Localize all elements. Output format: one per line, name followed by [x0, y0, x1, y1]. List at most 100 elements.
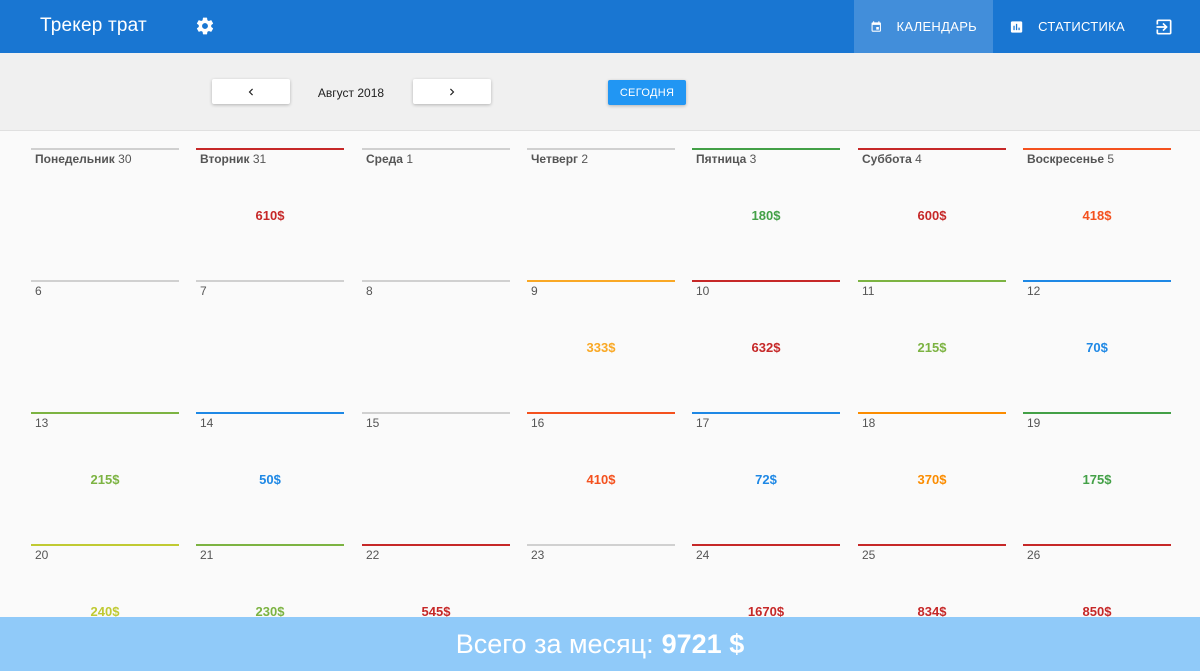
day-header: 9	[531, 284, 538, 298]
logout-button[interactable]	[1141, 0, 1200, 53]
day-number: 31	[252, 152, 267, 166]
app-bar: Трекер трат Календарь Статистика	[0, 0, 1200, 53]
previous-month-button[interactable]	[212, 79, 290, 104]
day-number: 23	[531, 548, 545, 562]
weekday-name: Понедельник	[35, 152, 115, 166]
day-cell[interactable]: 17 72$	[692, 396, 840, 528]
day-color-line	[527, 280, 675, 282]
calendar-icon	[871, 20, 881, 32]
day-cell[interactable]: 6	[31, 264, 179, 396]
day-color-line	[362, 148, 510, 150]
day-expense-amount: 610$	[255, 208, 285, 223]
chevron-right-icon	[450, 88, 455, 95]
day-color-line	[858, 544, 1006, 546]
day-color-line	[196, 544, 344, 546]
exit-icon	[1156, 19, 1171, 34]
day-color-line	[858, 148, 1006, 150]
app-title: Трекер трат	[40, 15, 147, 36]
day-cell[interactable]: Понедельник 30	[31, 132, 179, 264]
weekday-name: Пятница	[696, 152, 747, 166]
day-expense-amount: 600$	[917, 208, 947, 223]
day-color-line	[527, 544, 675, 546]
day-cell[interactable]: 12 70$	[1023, 264, 1171, 396]
month-total-label: Всего за месяц:	[455, 628, 654, 659]
day-cell[interactable]: 14 50$	[196, 396, 344, 528]
day-color-line	[527, 148, 675, 150]
day-number: 8	[366, 284, 373, 298]
day-number: 13	[35, 416, 49, 430]
day-number: 4	[915, 152, 922, 166]
day-color-line	[692, 280, 840, 282]
day-cell[interactable]: Среда 1	[362, 132, 510, 264]
weekday-name: Четверг	[531, 152, 579, 166]
day-number: 15	[366, 416, 380, 430]
day-expense-amount: 50$	[259, 472, 281, 487]
day-expense-amount: 418$	[1082, 208, 1112, 223]
day-cell[interactable]: 9 333$	[527, 264, 675, 396]
day-cell[interactable]: 8	[362, 264, 510, 396]
day-expense-amount: 632$	[751, 340, 781, 355]
day-color-line	[858, 280, 1006, 282]
day-header: 8	[366, 284, 373, 298]
day-cell[interactable]: 10 632$	[692, 264, 840, 396]
nav-calendar[interactable]: Календарь	[854, 0, 993, 53]
day-cell[interactable]: Четверг 2	[527, 132, 675, 264]
day-number: 30	[118, 152, 132, 166]
day-color-line	[196, 148, 344, 150]
settings-button[interactable]	[192, 13, 218, 39]
day-header: 25	[862, 548, 875, 562]
day-expense-amount: 70$	[1086, 340, 1108, 355]
day-cell[interactable]: Вторник 31 610$	[196, 132, 344, 264]
day-header: Среда 1	[366, 152, 413, 166]
day-cell[interactable]: 11 215$	[858, 264, 1006, 396]
day-number: 24	[696, 548, 710, 562]
month-toolbar: Август 2018 Сегодня	[0, 53, 1200, 131]
day-number: 22	[366, 548, 380, 562]
day-number: 11	[862, 284, 875, 298]
day-cell[interactable]: Суббота 4 600$	[858, 132, 1006, 264]
gear-icon	[196, 17, 214, 35]
today-button[interactable]: Сегодня	[608, 80, 686, 105]
main-nav: Календарь Статистика	[854, 0, 1200, 53]
day-number: 20	[35, 548, 49, 562]
day-number: 3	[749, 152, 757, 166]
day-header: 7	[200, 284, 207, 298]
day-expense-amount: 215$	[917, 340, 947, 355]
day-number: 14	[200, 416, 214, 430]
day-cell[interactable]: Воскресенье 5 418$	[1023, 132, 1171, 264]
weekday-name: Среда	[366, 152, 403, 166]
day-number: 1	[406, 152, 413, 166]
day-number: 7	[200, 284, 207, 298]
day-expense-amount: 72$	[755, 472, 777, 487]
day-cell[interactable]: Пятница 3 180$	[692, 132, 840, 264]
nav-statistics[interactable]: Статистика	[993, 0, 1141, 53]
day-header: 23	[531, 548, 544, 562]
day-header: Четверг 2	[531, 152, 588, 166]
day-color-line	[31, 544, 179, 546]
day-cell[interactable]: 18 370$	[858, 396, 1006, 528]
nav-statistics-label: Статистика	[1038, 19, 1125, 34]
day-cell[interactable]: 15	[362, 396, 510, 528]
next-month-button[interactable]	[413, 79, 491, 104]
day-header: 6	[35, 284, 42, 298]
day-expense-amount: 175$	[1082, 472, 1112, 487]
day-number: 21	[200, 548, 214, 562]
day-cell[interactable]: 7	[196, 264, 344, 396]
bar-chart-icon	[1010, 20, 1023, 33]
day-number: 18	[862, 416, 876, 430]
day-color-line	[527, 412, 675, 414]
day-cell[interactable]: 13 215$	[31, 396, 179, 528]
day-color-line	[692, 412, 840, 414]
day-color-line	[1023, 412, 1171, 414]
day-cell[interactable]: 16 410$	[527, 396, 675, 528]
weekday-name: Вторник	[200, 152, 250, 166]
day-header: 18	[862, 416, 875, 430]
weekday-name: Воскресенье	[1027, 152, 1105, 166]
day-cell[interactable]: 19 175$	[1023, 396, 1171, 528]
day-color-line	[31, 412, 179, 414]
day-header: 14	[200, 416, 213, 430]
day-color-line	[31, 280, 179, 282]
day-number: 5	[1107, 152, 1115, 166]
day-color-line	[858, 412, 1006, 414]
day-expense-amount: 410$	[586, 472, 616, 487]
